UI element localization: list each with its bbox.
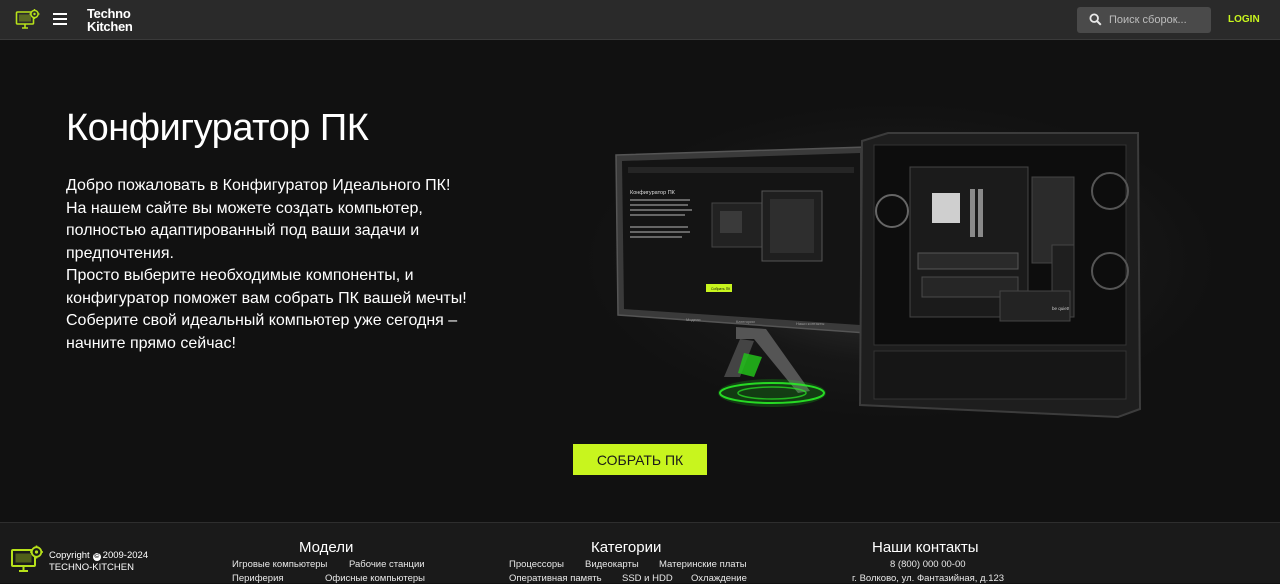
top-navbar: Techno Kitchen LOGIN: [0, 0, 1280, 40]
case-badge: be quiet!: [1052, 306, 1069, 311]
footer-link-ram[interactable]: Оперативная память: [509, 573, 602, 584]
footer: Copyright © 2009-2024 TECHNO-KITCHEN Модел…: [0, 522, 1280, 584]
monitor-nav-item: Модели: [686, 317, 701, 322]
hero-section: Конфигуратор ПК Добро пожаловать в Конфи…: [0, 41, 1280, 522]
footer-categories-title: Категории: [591, 539, 662, 556]
footer-link-workstations[interactable]: Рабочие станции: [349, 559, 425, 570]
copyright: Copyright © 2009-2024 TECHNO-KITCHEN: [49, 550, 148, 574]
monitor-screen-button: Собрать ПК: [711, 287, 731, 291]
hero-image-pc-setup: Конфигуратор ПК Собрать ПК Модели Катего…: [540, 81, 1240, 421]
footer-link-motherboards[interactable]: Материнские платы: [659, 559, 747, 570]
hero-paragraph: Просто выберите необходимые компоненты, …: [66, 267, 467, 307]
pc-case-image: be quiet!: [858, 132, 1142, 419]
monitor-nav-item: Наши контакты: [796, 321, 825, 326]
footer-models-title: Модели: [299, 539, 354, 556]
build-pc-button[interactable]: СОБРАТЬ ПК: [573, 444, 707, 475]
footer-link-cooling[interactable]: Охлаждение: [691, 573, 747, 584]
hero-paragraph: Соберите свой идеальный компьютер уже се…: [66, 312, 458, 352]
brand-line-2: Kitchen: [87, 19, 133, 34]
footer-address: г. Волково, ул. Фантазийная, д.123: [852, 573, 1005, 584]
footer-contacts-title: Наши контакты: [872, 539, 979, 556]
search-input[interactable]: [1109, 11, 1205, 29]
footer-link-office-pcs[interactable]: Офисные компьютеры: [325, 573, 425, 584]
copyright-label: Copyright: [49, 550, 90, 561]
monitor-nav-item: Категории: [736, 319, 755, 324]
hero-paragraph: На нашем сайте вы можете создать компьют…: [66, 199, 423, 262]
hero-paragraph: Добро пожаловать в Конфигуратор Идеально…: [66, 177, 451, 194]
monitor-image: Конфигуратор ПК Собрать ПК Модели Катего…: [615, 146, 867, 407]
monitor-screen-title: Конфигуратор ПК: [630, 190, 676, 196]
footer-phone[interactable]: 8 (800) 000 00-00: [890, 559, 966, 570]
logo-icon[interactable]: [15, 8, 40, 32]
menu-icon[interactable]: [53, 13, 67, 27]
brand-name[interactable]: Techno Kitchen: [87, 7, 133, 33]
company-name: TECHNO-KITCHEN: [49, 562, 134, 573]
login-link[interactable]: LOGIN: [1228, 14, 1260, 25]
footer-link-gpus[interactable]: Видеокарты: [585, 559, 639, 570]
hero-description: Добро пожаловать в Конфигуратор Идеально…: [66, 175, 486, 355]
footer-link-peripherals[interactable]: Периферия: [232, 573, 284, 584]
search-box[interactable]: [1077, 7, 1211, 33]
footer-link-cpus[interactable]: Процессоры: [509, 559, 564, 570]
search-icon: [1089, 13, 1102, 26]
logo-icon[interactable]: [10, 544, 44, 576]
copyright-years: 2009-2024: [102, 550, 149, 561]
footer-link-gaming-pcs[interactable]: Игровые компьютеры: [232, 559, 327, 570]
copyright-icon: ©: [92, 553, 101, 561]
page-title: Конфигуратор ПК: [66, 107, 369, 149]
footer-link-storage[interactable]: SSD и HDD: [622, 573, 673, 584]
